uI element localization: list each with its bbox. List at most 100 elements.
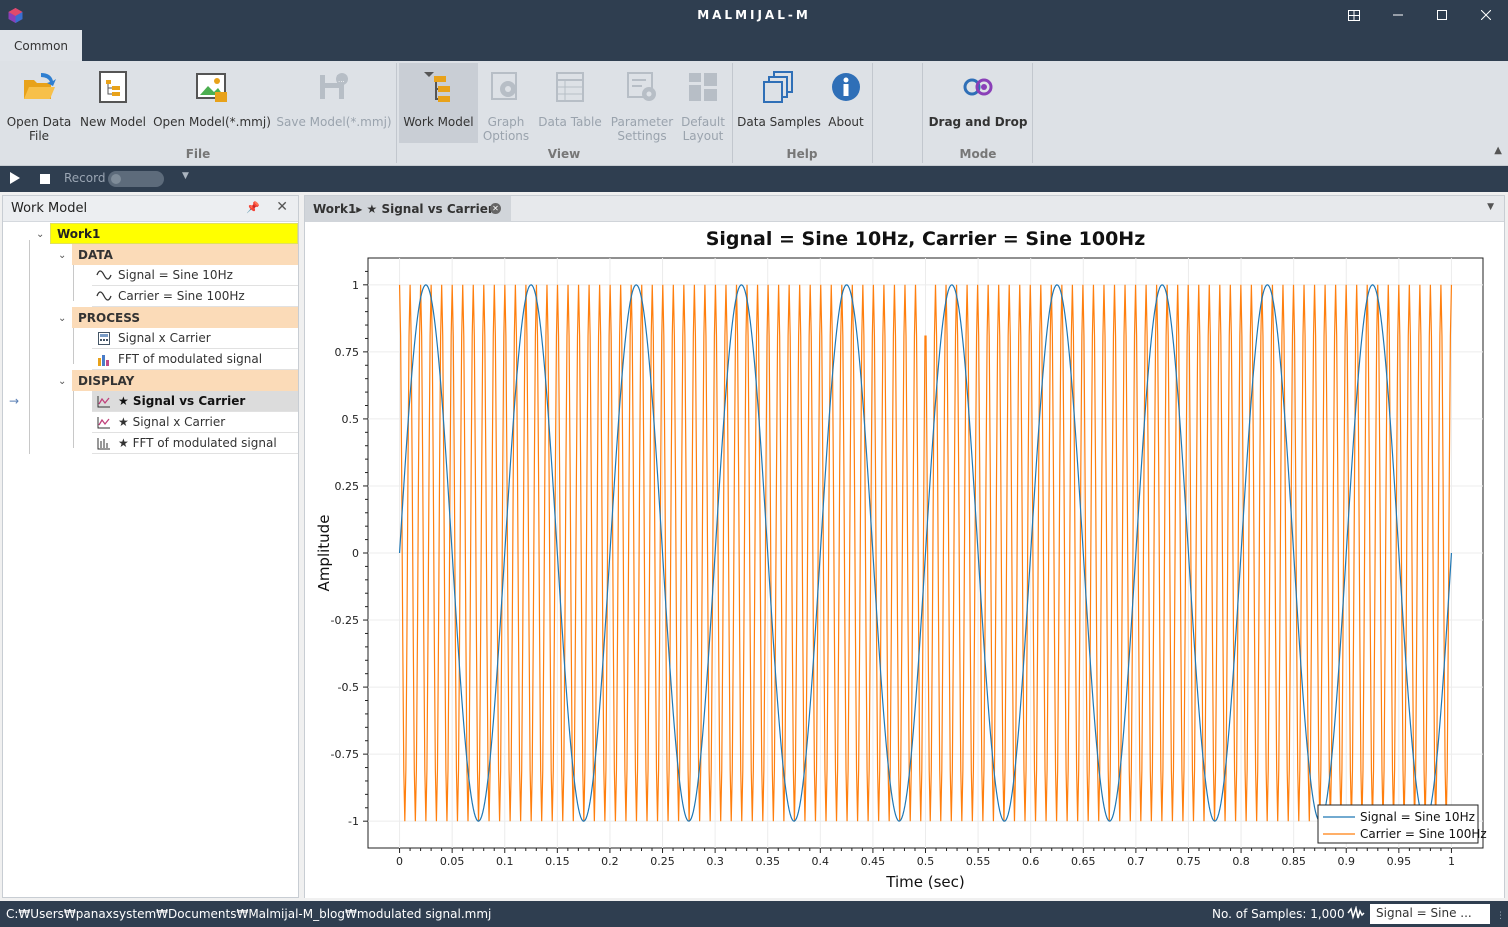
maximize-icon [1437,10,1447,20]
tab-signal-vs-carrier[interactable]: Work1▸ ★ Signal vs Carrier ✕ [305,196,511,222]
series-select-value: Signal = Sine ... [1376,906,1472,920]
waveform-icon [1347,906,1365,920]
tree-item-signal-vs-carrier[interactable]: ★ Signal vs Carrier [92,391,298,412]
panel-title: Work Model [11,201,88,216]
about-label: About [828,115,864,129]
sine-wave-icon [96,268,112,282]
status-bar: C:₩Users₩panaxsystem₩Documents₩Malmijal-… [0,901,1508,927]
signal-vs-carrier-chart[interactable]: Signal = Sine 10Hz, Carrier = Sine 100Hz… [305,223,1504,898]
minimize-icon [1393,14,1403,16]
default-layout-button[interactable]: Default Layout [678,63,728,143]
tree-item-carrier[interactable]: Carrier = Sine 100Hz [92,286,298,307]
x-tick-label: 0.9 [1338,855,1356,868]
document-area: Work1▸ ★ Signal vs Carrier ✕ ▼ Signal = … [304,195,1505,898]
legend-label: Signal = Sine 10Hz [1360,810,1475,824]
play-icon[interactable] [10,172,20,184]
x-tick-label: 0.8 [1232,855,1250,868]
maximize-button[interactable] [1420,0,1464,30]
tab-common[interactable]: Common [0,30,82,61]
expand-chevron-icon[interactable]: ⌄ [36,229,48,240]
stop-icon[interactable] [40,174,50,184]
close-icon[interactable]: ✕ [276,199,288,215]
default-layout-label: Default Layout [681,115,725,143]
x-axis-label: Time (sec) [885,873,964,891]
tree-item-display-fft[interactable]: ★ FFT of modulated signal [92,433,298,454]
x-tick-label: 0.35 [755,855,780,868]
y-tick-label: -0.25 [331,614,359,627]
open-model-label: Open Model(*.mmj) [153,115,271,129]
resize-grip-icon[interactable]: ⋮ [1496,911,1505,921]
x-tick-label: 0.4 [812,855,830,868]
tree-item-display-signal-x-carrier[interactable]: ★ Signal x Carrier [92,412,298,433]
work-model-button[interactable]: Work Model [399,63,478,143]
x-tick-label: 0.5 [917,855,935,868]
data-samples-button[interactable]: Data Samples [736,63,822,143]
tree-item-fft[interactable]: FFT of modulated signal [92,349,298,370]
work-model-panel: Work Model 📌 ✕ ⌄ Work1 ⌄ DATA Signal = S… [2,195,299,898]
chevron-down-icon[interactable]: ▼ [1487,202,1494,212]
new-model-label: New Model [79,115,147,129]
chevron-down-icon[interactable]: ▼ [182,171,189,181]
line-chart-icon [96,394,112,408]
tree-category-data[interactable]: DATA [72,244,298,265]
panel-header: Work Model 📌 ✕ [3,196,298,222]
pin-icon[interactable]: 📌 [246,201,260,214]
x-tick-label: 1 [1448,855,1455,868]
tree-category-display[interactable]: DISPLAY [72,370,298,391]
record-toggle[interactable] [108,171,164,187]
graph-options-button[interactable]: Graph Options [480,63,532,143]
calculator-icon [96,331,112,345]
expand-chevron-icon[interactable]: ⌄ [58,313,70,324]
x-tick-label: 0.15 [545,855,570,868]
ribbon: Open Data File New Model Open Model(*.mm… [0,61,1508,166]
ribbon-tab-row: Common [0,30,1508,61]
tree-item-label: ★ Signal x Carrier [118,415,226,429]
chart-area[interactable]: Signal = Sine 10Hz, Carrier = Sine 100Hz… [305,223,1504,898]
tree-root-work1[interactable]: Work1 [50,223,298,244]
file-path: C:₩Users₩panaxsystem₩Documents₩Malmijal-… [6,907,492,921]
open-data-file-button[interactable]: Open Data File [4,63,74,143]
x-tick-label: 0.75 [1176,855,1201,868]
data-table-button[interactable]: Data Table [536,63,604,143]
x-tick-label: 0.6 [1022,855,1040,868]
bar-chart-icon [96,352,112,366]
parameter-settings-label: Parameter Settings [610,115,674,143]
table-icon [556,72,584,102]
sine-wave-icon [96,289,112,303]
tree-item-label: Carrier = Sine 100Hz [118,289,245,303]
tree-item-signal[interactable]: Signal = Sine 10Hz [92,265,298,286]
x-tick-label: 0.7 [1127,855,1145,868]
restore-layout-button[interactable] [1332,0,1376,30]
y-tick-label: 0.25 [335,480,360,493]
svg-text:...: ... [338,76,345,84]
collapse-ribbon-icon[interactable]: ▲ [1494,145,1502,156]
record-label: Record [64,171,106,185]
close-tab-icon[interactable]: ✕ [490,203,501,214]
new-model-icon [99,71,127,103]
new-model-button[interactable]: New Model [78,63,148,143]
expand-chevron-icon[interactable]: ⌄ [58,376,70,387]
tree-category-process[interactable]: PROCESS [72,307,298,328]
tree-item-signal-x-carrier[interactable]: Signal x Carrier [92,328,298,349]
about-button[interactable]: About [824,63,868,143]
line-chart-icon [96,415,112,429]
close-button[interactable] [1464,0,1508,30]
info-icon [832,73,860,101]
open-model-button[interactable]: Open Model(*.mmj) [152,63,272,143]
y-axis-label: Amplitude [315,515,333,592]
parameter-settings-button[interactable]: Parameter Settings [608,63,676,143]
gear-icon [491,72,517,100]
data-samples-label: Data Samples [737,115,821,129]
work-model-icon [423,72,450,102]
drag-and-drop-icon [963,78,993,96]
document-tab-label: Work1▸ ★ Signal vs Carrier [313,202,494,216]
current-item-arrow-icon: → [9,394,20,408]
series-select[interactable]: Signal = Sine ... [1370,904,1490,924]
group-label-view: View [547,147,581,161]
drag-and-drop-button[interactable]: Drag and Drop [926,63,1030,143]
minimize-button[interactable] [1376,0,1420,30]
expand-chevron-icon[interactable]: ⌄ [58,250,70,261]
group-label-file: File [185,147,211,161]
close-icon [1481,10,1491,20]
save-model-button[interactable]: ... Save Model(*.mmj) [276,63,392,143]
